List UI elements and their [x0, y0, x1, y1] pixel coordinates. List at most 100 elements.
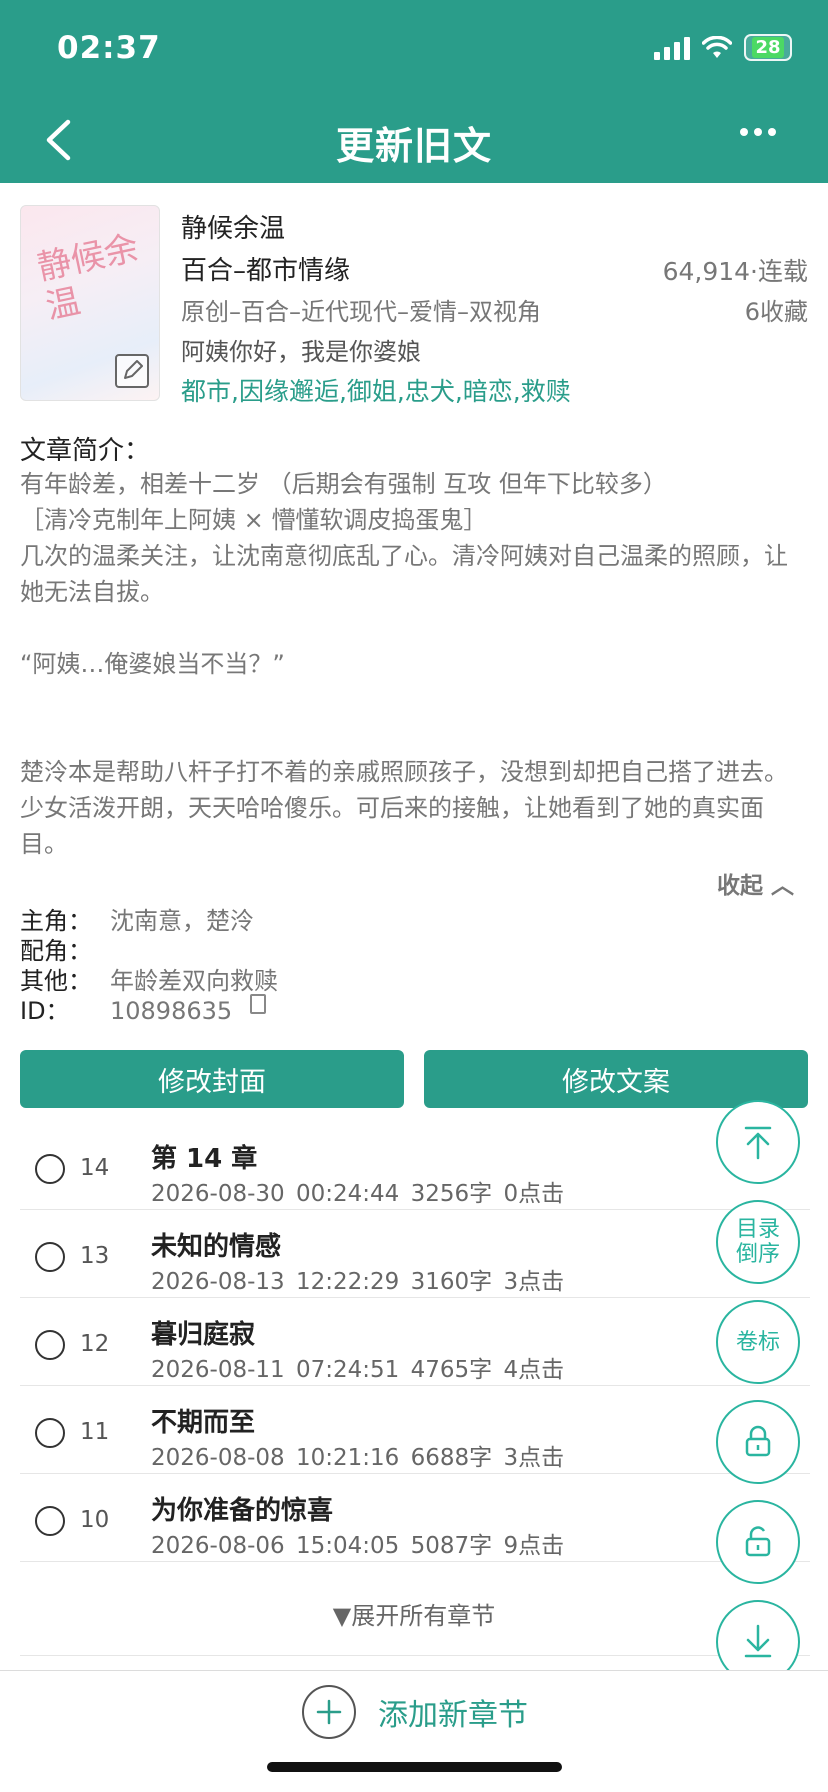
intro-paragraph: “阿姨…俺婆娘当不当？”	[20, 650, 285, 678]
main-role-row: 主角： 沈南意，楚泠	[20, 906, 278, 936]
battery-level: 28	[752, 37, 784, 58]
home-indicator[interactable]	[267, 1762, 562, 1772]
toc-reverse-label: 目录 倒序	[736, 1217, 780, 1267]
chapter-title: 未知的情感	[151, 1232, 282, 1262]
more-options-button[interactable]	[740, 128, 776, 136]
chapter-number: 11	[80, 1419, 110, 1445]
more-dot-icon	[740, 128, 748, 136]
chapter-row[interactable]: 13 未知的情感 2026-08-13 12:22:29 3160字 3点击	[20, 1210, 810, 1298]
id-row: ID： 10898635	[20, 994, 278, 1026]
battery-icon: 28	[744, 34, 792, 61]
cover-title-art: 静候余温	[33, 227, 143, 328]
book-category: 百合–都市情缘	[181, 256, 351, 286]
expand-all-chapters[interactable]: ▼展开所有章节	[0, 1596, 828, 1631]
chapter-meta: 2026-08-08 10:21:16 6688字 3点击	[151, 1438, 564, 1472]
volume-label-button[interactable]: 卷标	[716, 1300, 800, 1384]
chapter-row[interactable]: 11 不期而至 2026-08-08 10:21:16 6688字 3点击	[20, 1386, 810, 1474]
unlock-button[interactable]	[716, 1500, 800, 1584]
id-value: 10898635	[110, 997, 233, 1025]
chapter-clicks: 3点击	[503, 1269, 565, 1295]
book-favorites: 6收藏	[744, 298, 808, 326]
page-title: 更新旧文	[335, 124, 492, 168]
unlock-icon	[745, 1526, 771, 1557]
arrow-up-icon	[744, 1126, 772, 1160]
status-indicators: 28	[654, 34, 792, 61]
toc-reverse-line1: 目录	[735, 1217, 780, 1242]
main-role-value: 沈南意，楚泠	[110, 907, 254, 935]
chapter-row[interactable]: 12 暮归庭寂 2026-08-11 07:24:51 4765字 4点击	[20, 1298, 810, 1386]
chapter-meta: 2026-08-13 12:22:29 3160字 3点击	[151, 1262, 564, 1296]
edit-description-button[interactable]: 修改文案	[424, 1050, 808, 1108]
support-role-label: 配角：	[20, 937, 92, 965]
more-dot-icon	[768, 128, 776, 136]
main-role-label: 主角：	[20, 907, 92, 935]
signal-icon	[654, 36, 690, 60]
chapter-clicks: 4点击	[503, 1357, 565, 1383]
chapter-meta: 2026-08-06 15:04:05 5087字 9点击	[151, 1526, 564, 1560]
chapter-title: 第 14 章	[151, 1144, 258, 1174]
chapter-clicks: 0点击	[503, 1181, 565, 1207]
chapter-words: 5087字	[410, 1533, 493, 1559]
chapter-number: 14	[80, 1155, 110, 1181]
book-slogan: 阿姨你好，我是你婆娘	[181, 338, 421, 366]
chapter-select-radio[interactable]	[35, 1154, 65, 1184]
roles-section: 主角： 沈南意，楚泠 配角： 其他： 年龄差双向救赎 ID： 10898635	[20, 906, 278, 1026]
chapter-row[interactable]: 14 第 14 章 2026-08-30 00:24:44 3256字 0点击	[20, 1122, 810, 1210]
chapter-select-radio[interactable]	[35, 1330, 65, 1360]
collapse-button[interactable]: 收起 ︿	[717, 866, 794, 900]
chapter-date: 2026-08-11 07:24:51	[151, 1357, 400, 1383]
edit-cover-icon[interactable]	[115, 354, 149, 388]
bottom-bar: 添加新章节	[0, 1670, 828, 1792]
book-word-count: 64,914·连载	[662, 257, 808, 286]
other-label: 其他：	[20, 967, 92, 995]
chapter-words: 6688字	[410, 1445, 493, 1471]
book-genre: 原创–百合–近代现代–爱情–双视角	[181, 298, 541, 326]
chapter-meta: 2026-08-30 00:24:44 3256字 0点击	[151, 1174, 564, 1208]
toc-reverse-button[interactable]: 目录 倒序	[716, 1200, 800, 1284]
other-row: 其他： 年龄差双向救赎	[20, 966, 278, 996]
other-value: 年龄差双向救赎	[110, 967, 278, 995]
divider	[20, 1655, 810, 1656]
chapter-select-radio[interactable]	[35, 1506, 65, 1536]
chapter-number: 10	[80, 1507, 110, 1533]
chapter-title: 为你准备的惊喜	[151, 1496, 334, 1526]
chapter-words: 3160字	[410, 1269, 493, 1295]
intro-paragraph: 几次的温柔关注，让沈南意彻底乱了心。清冷阿姨对自己温柔的照顾，让她无法自拔。	[20, 542, 788, 606]
chapter-words: 3256字	[410, 1181, 493, 1207]
book-tags[interactable]: 都市,因缘邂逅,御姐,忠犬,暗恋,救赎	[181, 372, 571, 408]
intro-label: 文章简介：	[20, 436, 151, 466]
add-chapter-label: 添加新章节	[378, 1698, 528, 1733]
scroll-top-button[interactable]	[716, 1100, 800, 1184]
edit-cover-button[interactable]: 修改封面	[20, 1050, 404, 1108]
more-dot-icon	[754, 128, 762, 136]
chapter-date: 2026-08-06 15:04:05	[151, 1533, 400, 1559]
chapter-number: 12	[80, 1331, 110, 1357]
chapter-meta: 2026-08-11 07:24:51 4765字 4点击	[151, 1350, 564, 1384]
status-time: 02:37	[57, 30, 161, 66]
app-header: 02:37 28 更新旧文	[0, 0, 828, 183]
chapter-select-radio[interactable]	[35, 1242, 65, 1272]
intro-text: 有年龄差，相差十二岁 （后期会有强制 互攻 但年下比较多） ［清冷克制年上阿姨 …	[20, 466, 810, 862]
chapter-number: 13	[80, 1243, 110, 1269]
chapter-row[interactable]: 10 为你准备的惊喜 2026-08-06 15:04:05 5087字 9点击	[20, 1474, 810, 1562]
wifi-icon	[702, 35, 732, 58]
chapter-list: 14 第 14 章 2026-08-30 00:24:44 3256字 0点击 …	[20, 1122, 810, 1562]
book-cover[interactable]: 静候余温	[20, 205, 160, 401]
copy-icon[interactable]	[250, 994, 267, 1014]
plus-circle-icon	[302, 1685, 356, 1739]
chapter-select-radio[interactable]	[35, 1418, 65, 1448]
lock-icon	[745, 1425, 771, 1457]
chapter-title: 不期而至	[151, 1408, 256, 1438]
chapter-date: 2026-08-13 12:22:29	[151, 1269, 400, 1295]
id-label: ID：	[20, 997, 70, 1025]
chapter-clicks: 3点击	[503, 1445, 565, 1471]
toc-reverse-line2: 倒序	[735, 1242, 780, 1267]
chapter-title: 暮归庭寂	[151, 1320, 256, 1350]
chapter-date: 2026-08-30 00:24:44	[151, 1181, 400, 1207]
intro-paragraph: 有年龄差，相差十二岁 （后期会有强制 互攻 但年下比较多）	[20, 470, 667, 498]
lock-button[interactable]	[716, 1400, 800, 1484]
add-chapter-button[interactable]: 添加新章节	[302, 1685, 528, 1739]
arrow-down-icon	[744, 1624, 772, 1658]
intro-paragraph: 楚泠本是帮助八杆子打不着的亲戚照顾孩子，没想到却把自己搭了进去。少女活泼开朗，天…	[20, 758, 788, 858]
book-title: 静候余温	[181, 214, 286, 244]
